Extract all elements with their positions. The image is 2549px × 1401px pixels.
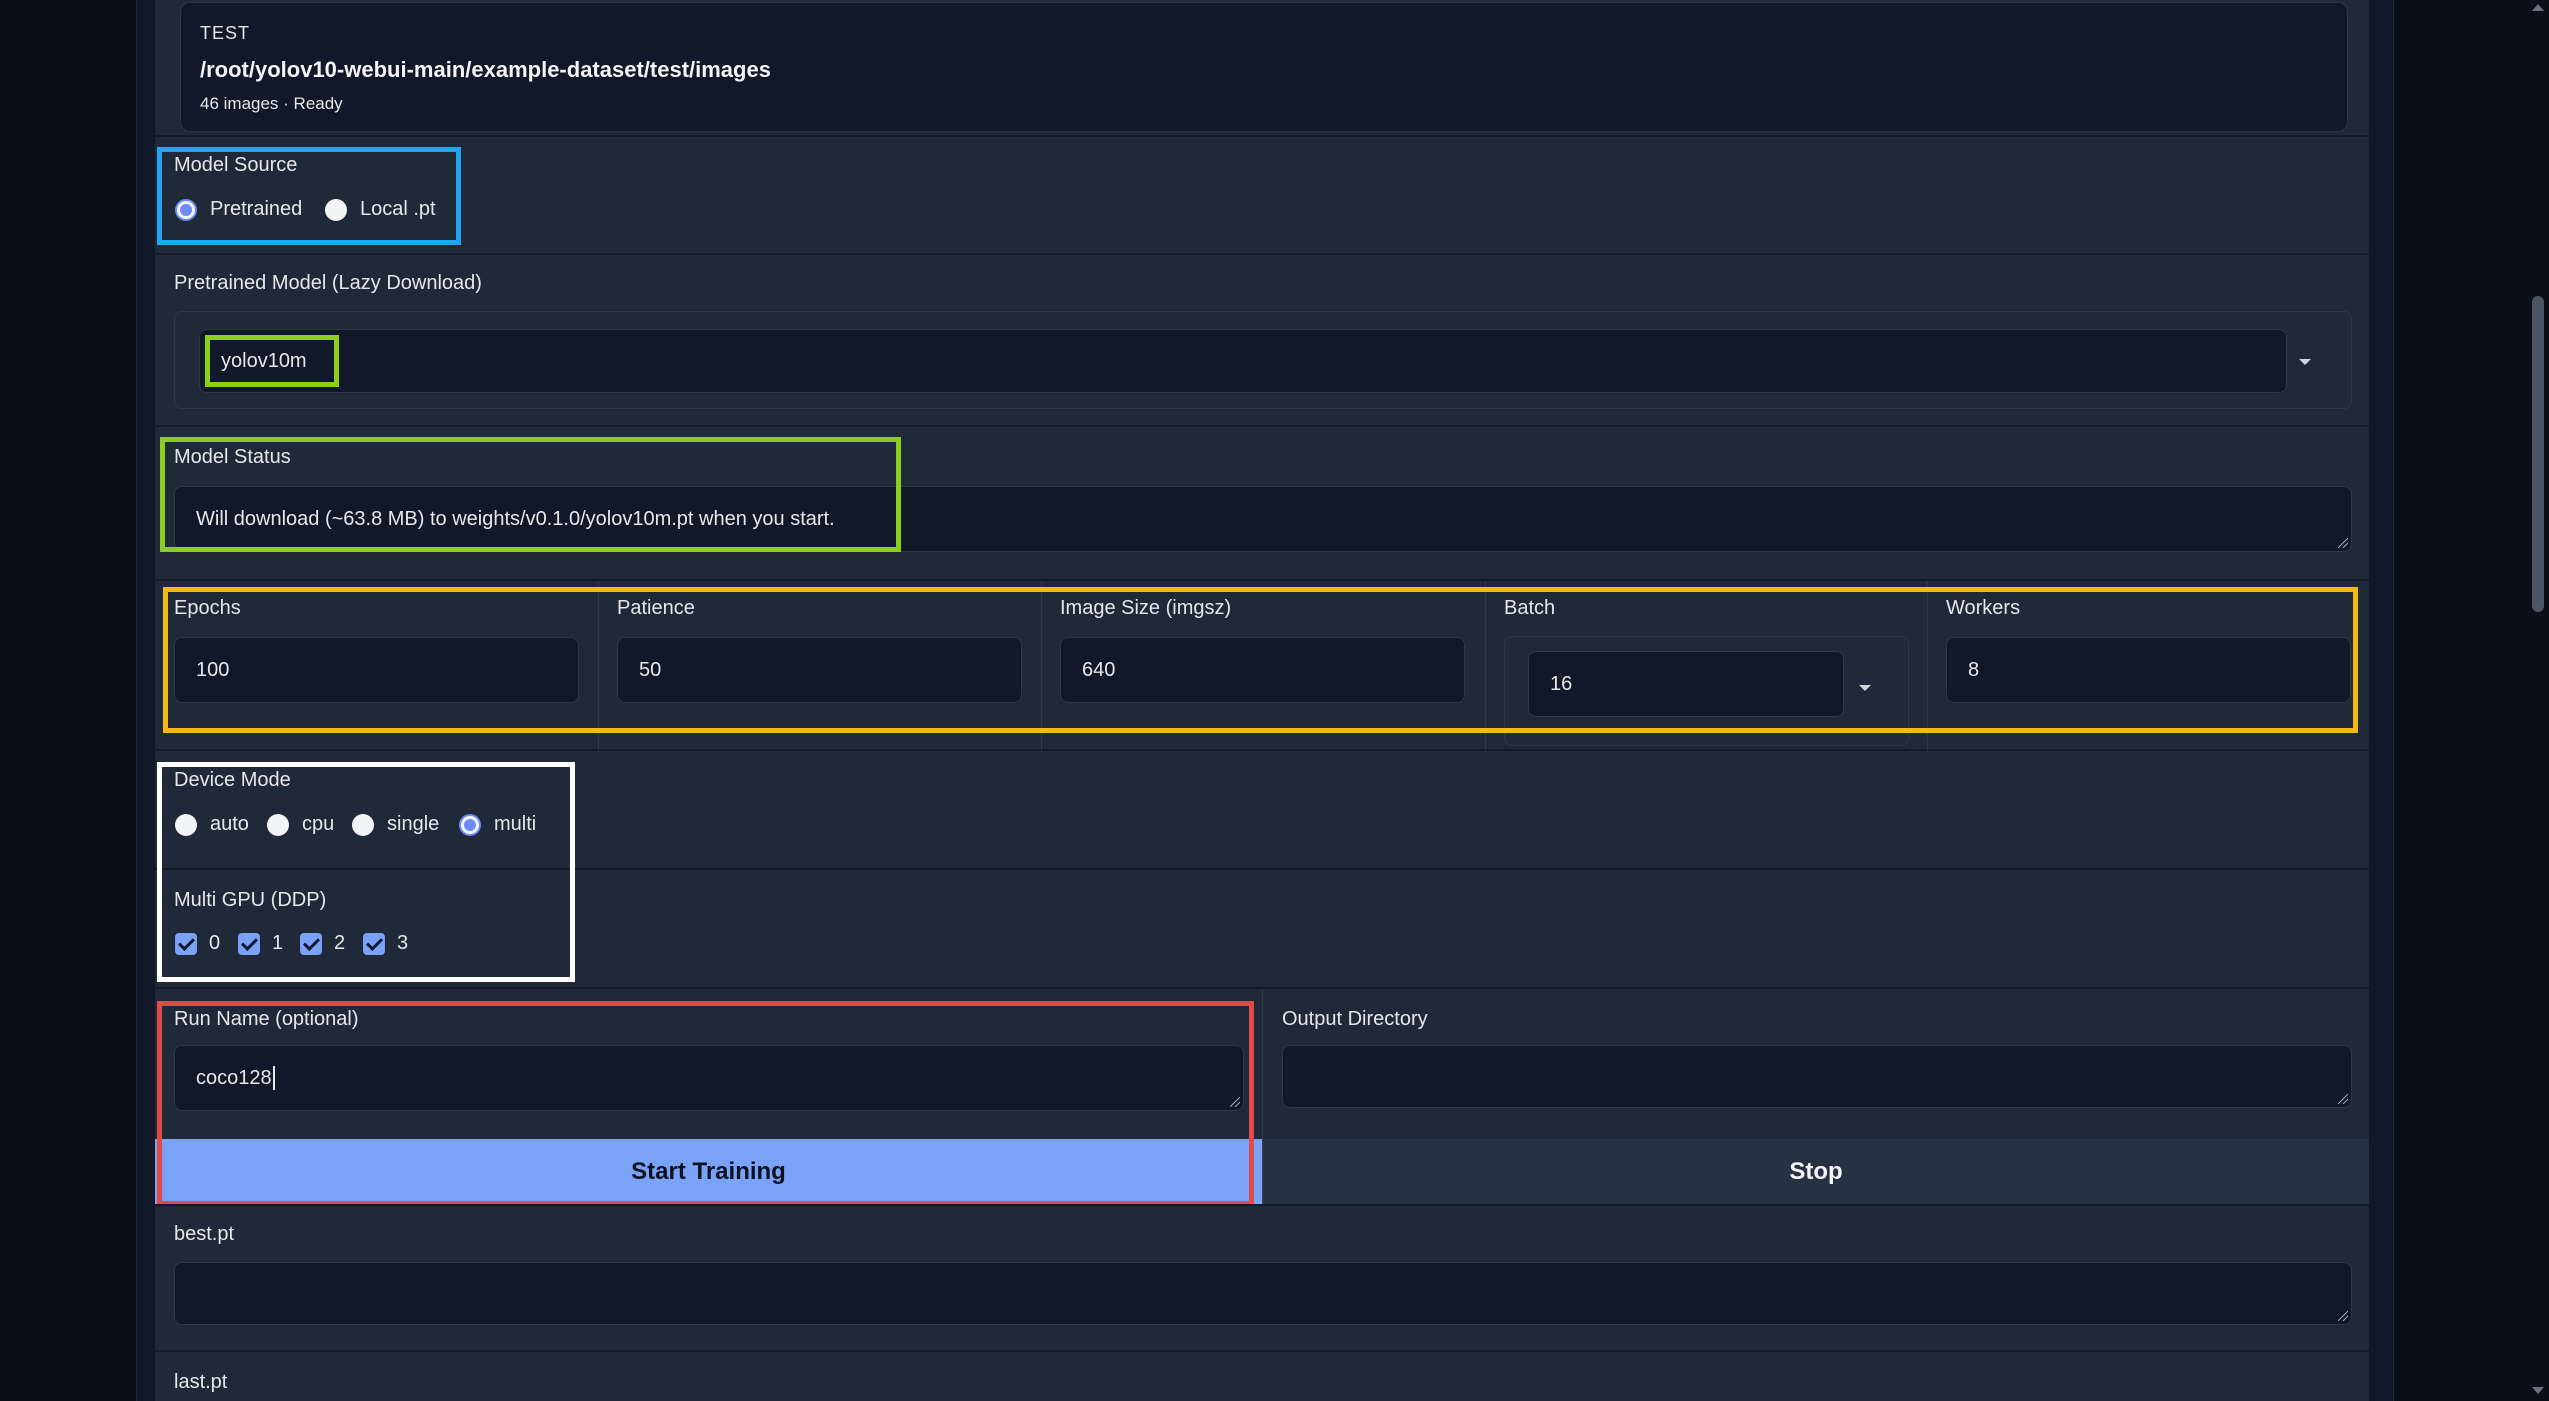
gpu-checkbox-2[interactable]: 2 bbox=[300, 932, 345, 955]
epochs-label: Epochs bbox=[174, 597, 241, 619]
resize-grip-icon[interactable] bbox=[2338, 1311, 2348, 1321]
radio-multi-label: multi bbox=[494, 813, 537, 835]
start-training-button[interactable]: Start Training bbox=[155, 1139, 1262, 1204]
patience-value: 50 bbox=[639, 658, 662, 681]
imgsz-label: Image Size (imgsz) bbox=[1060, 597, 1232, 619]
text-cursor bbox=[272, 1066, 275, 1090]
run-name-label: Run Name (optional) bbox=[174, 1008, 359, 1030]
stop-label: Stop bbox=[1789, 1157, 1843, 1185]
column-divider bbox=[1485, 581, 1486, 751]
pretrained-model-value: yolov10m bbox=[221, 349, 307, 372]
gpu-checkbox-0[interactable]: 0 bbox=[175, 932, 220, 955]
gpu-checkbox-3[interactable]: 3 bbox=[363, 932, 408, 955]
radio-unselected-icon bbox=[325, 198, 347, 221]
dataset-card: TEST /root/yolov10-webui-main/example-da… bbox=[180, 2, 2348, 132]
multi-gpu-label: Multi GPU (DDP) bbox=[174, 889, 327, 911]
multi-gpu-block bbox=[155, 870, 2369, 989]
radio-single[interactable]: single bbox=[352, 813, 439, 836]
dataset-path: /root/yolov10-webui-main/example-dataset… bbox=[200, 57, 771, 82]
pretrained-model-label: Pretrained Model (Lazy Download) bbox=[174, 272, 482, 294]
checkbox-checked-icon bbox=[175, 932, 197, 955]
patience-label: Patience bbox=[617, 597, 695, 619]
epochs-value: 100 bbox=[196, 658, 230, 681]
left-gutter bbox=[0, 0, 136, 1401]
start-training-label: Start Training bbox=[631, 1157, 786, 1185]
imgsz-value: 640 bbox=[1082, 658, 1116, 681]
radio-cpu[interactable]: cpu bbox=[267, 813, 334, 836]
pretrained-model-select[interactable]: yolov10m bbox=[199, 329, 2287, 393]
checkbox-checked-icon bbox=[300, 932, 322, 955]
last-pt-block bbox=[155, 1352, 2369, 1401]
run-name-value: coco128 bbox=[196, 1066, 272, 1089]
column-divider bbox=[1927, 581, 1928, 751]
scroll-up-icon[interactable] bbox=[2532, 4, 2544, 11]
gpu-2-label: 2 bbox=[334, 932, 346, 954]
gpu-0-label: 0 bbox=[209, 932, 221, 954]
epochs-input[interactable]: 100 bbox=[174, 637, 579, 703]
best-pt-field bbox=[174, 1262, 2352, 1325]
radio-local-pt-label: Local .pt bbox=[360, 198, 436, 220]
radio-cpu-label: cpu bbox=[302, 813, 335, 835]
workers-input[interactable]: 8 bbox=[1946, 637, 2351, 703]
workers-label: Workers bbox=[1946, 597, 2021, 619]
batch-value: 16 bbox=[1550, 672, 1573, 695]
radio-selected-icon bbox=[175, 198, 197, 221]
dataset-status: 46 images · Ready bbox=[200, 94, 343, 113]
patience-input[interactable]: 50 bbox=[617, 637, 1022, 703]
chevron-down-icon[interactable] bbox=[2299, 359, 2311, 365]
device-mode-label: Device Mode bbox=[174, 769, 291, 791]
radio-pretrained[interactable]: Pretrained bbox=[175, 198, 302, 221]
checkbox-checked-icon bbox=[238, 932, 260, 955]
radio-selected-icon bbox=[459, 813, 481, 836]
radio-local-pt[interactable]: Local .pt bbox=[325, 198, 436, 221]
radio-auto[interactable]: auto bbox=[175, 813, 249, 836]
resize-grip-icon[interactable] bbox=[2338, 1094, 2348, 1104]
batch-select[interactable]: 16 bbox=[1528, 651, 1844, 717]
gpu-1-label: 1 bbox=[272, 932, 284, 954]
resize-grip-icon[interactable] bbox=[1230, 1097, 1240, 1107]
radio-multi[interactable]: multi bbox=[459, 813, 536, 836]
radio-unselected-icon bbox=[175, 813, 197, 836]
model-source-label: Model Source bbox=[174, 154, 298, 176]
stop-button[interactable]: Stop bbox=[1262, 1139, 2369, 1204]
last-pt-label: last.pt bbox=[174, 1371, 228, 1393]
dataset-split-label: TEST bbox=[200, 23, 251, 43]
checkbox-checked-icon bbox=[363, 932, 385, 955]
device-mode-block bbox=[155, 751, 2369, 870]
batch-label: Batch bbox=[1504, 597, 1556, 619]
column-divider bbox=[1041, 581, 1042, 751]
chevron-down-icon[interactable] bbox=[1859, 685, 1871, 691]
gpu-3-label: 3 bbox=[397, 932, 409, 954]
radio-unselected-icon bbox=[352, 813, 374, 836]
radio-unselected-icon bbox=[267, 813, 289, 836]
scroll-down-icon[interactable] bbox=[2532, 1387, 2544, 1394]
radio-single-label: single bbox=[387, 813, 440, 835]
best-pt-label: best.pt bbox=[174, 1223, 235, 1245]
column-divider bbox=[598, 581, 599, 751]
column-divider bbox=[1262, 989, 1263, 1139]
radio-auto-label: auto bbox=[210, 813, 249, 835]
model-status-text: Will download (~63.8 MB) to weights/v0.1… bbox=[196, 507, 835, 530]
output-dir-label: Output Directory bbox=[1282, 1008, 1428, 1030]
gpu-checkbox-1[interactable]: 1 bbox=[238, 932, 283, 955]
resize-grip-icon[interactable] bbox=[2338, 538, 2348, 548]
model-source-block bbox=[155, 137, 2369, 255]
workers-value: 8 bbox=[1968, 658, 1980, 681]
model-status-field: Will download (~63.8 MB) to weights/v0.1… bbox=[174, 486, 2352, 552]
imgsz-input[interactable]: 640 bbox=[1060, 637, 1465, 703]
scrollbar-track[interactable] bbox=[2528, 0, 2549, 1401]
model-status-label: Model Status bbox=[174, 446, 291, 468]
radio-pretrained-label: Pretrained bbox=[210, 198, 303, 220]
run-name-input[interactable]: coco128 bbox=[174, 1045, 1244, 1111]
scrollbar-thumb[interactable] bbox=[2532, 296, 2544, 612]
output-dir-input[interactable] bbox=[1282, 1045, 2352, 1108]
